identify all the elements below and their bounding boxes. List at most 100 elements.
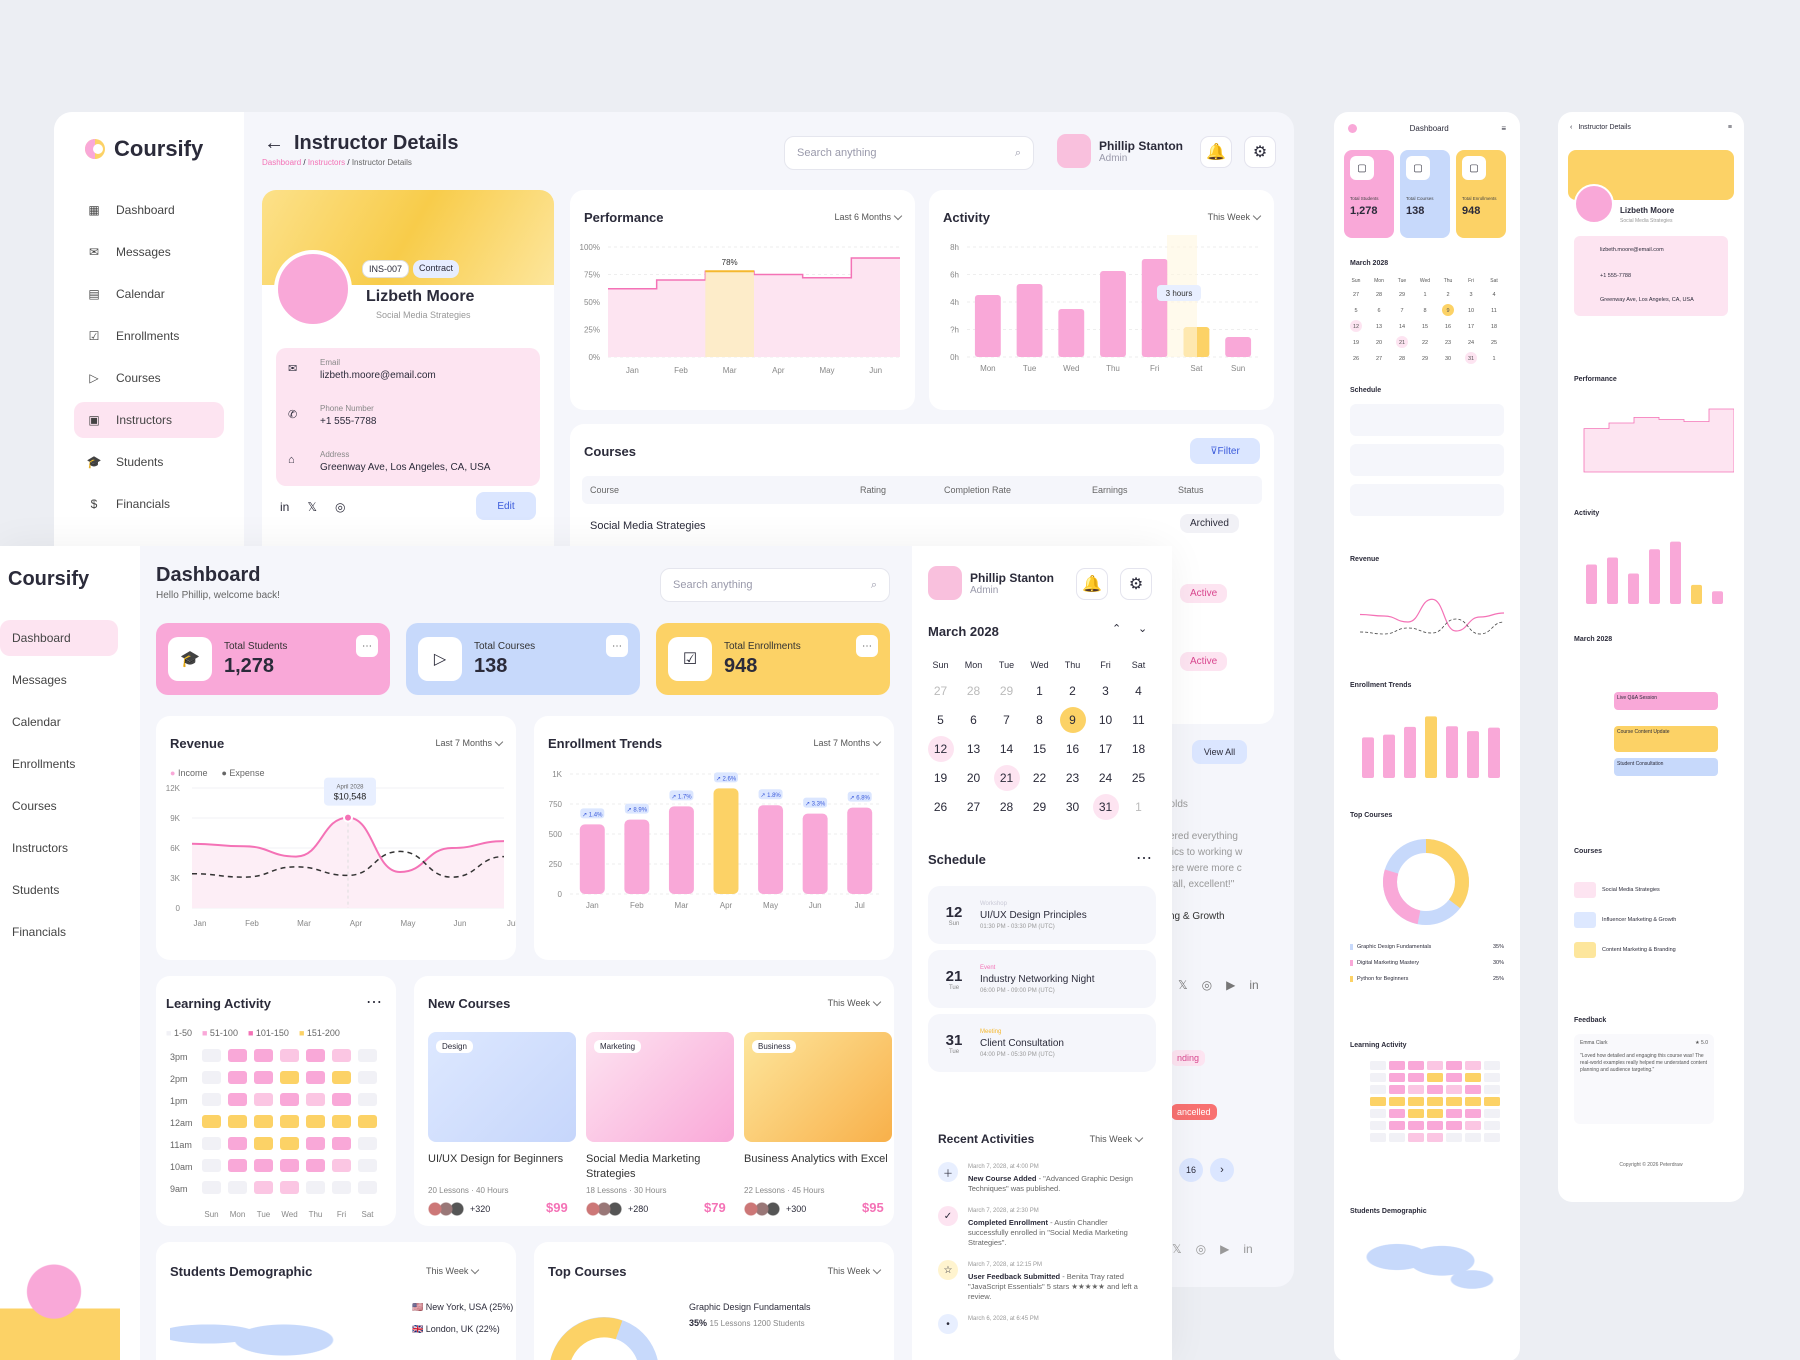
sidebar-item-messages[interactable]: ✉ Messages: [74, 234, 224, 270]
calendar-day[interactable]: 1: [1122, 792, 1155, 821]
calendar-day[interactable]: 29: [1023, 792, 1056, 821]
calendar-day[interactable]: 3: [1089, 676, 1122, 705]
calendar-day[interactable]: 23: [1056, 763, 1089, 792]
col-earnings[interactable]: Earnings: [1092, 485, 1128, 495]
sidebar-item-instructors[interactable]: ▣ Instructors: [74, 402, 224, 438]
calendar-day[interactable]: 30: [1056, 792, 1089, 821]
calendar-day[interactable]: 11: [1122, 705, 1155, 734]
sidebar-item-calendar[interactable]: Calendar: [0, 704, 118, 740]
calendar-day[interactable]: 13: [957, 734, 990, 763]
col-status[interactable]: Status: [1178, 485, 1204, 495]
more-icon[interactable]: ⋯: [606, 635, 628, 657]
more-icon[interactable]: ⋯: [856, 635, 878, 657]
calendar-day[interactable]: 16: [1056, 734, 1089, 763]
col-completion[interactable]: Completion Rate: [944, 485, 1011, 495]
sidebar-item-financials[interactable]: Financials: [0, 914, 118, 950]
course-item[interactable]: Influencer Marketing & Growth: [1574, 912, 1728, 928]
calendar-day[interactable]: 18: [1122, 734, 1155, 763]
calendar-day[interactable]: 2: [1056, 676, 1089, 705]
sidebar-item-instructors[interactable]: Instructors: [0, 830, 118, 866]
more-icon[interactable]: ⋯: [356, 635, 378, 657]
course-name[interactable]: Business Analytics with Excel: [744, 1152, 892, 1167]
user-profile[interactable]: Phillip Stanton Admin: [1057, 134, 1183, 168]
sidebar-item-calendar[interactable]: ▤ Calendar: [74, 276, 224, 312]
course-item[interactable]: Social Media Strategies: [1574, 882, 1728, 898]
calendar-day[interactable]: 27: [957, 792, 990, 821]
sidebar-item-students[interactable]: 🎓 Students: [74, 444, 224, 480]
calendar-day[interactable]: 12: [924, 734, 957, 763]
calendar-day[interactable]: 14: [990, 734, 1023, 763]
course-item[interactable]: Content Marketing & Branding: [1574, 942, 1728, 958]
youtube-icon[interactable]: ▶: [1226, 978, 1235, 992]
schedule-item[interactable]: 21 Tue Event Industry Networking Night 06:00…: [928, 950, 1156, 1008]
view-all-button[interactable]: View All: [1192, 740, 1247, 764]
chevron-up-icon[interactable]: ⌃: [1112, 622, 1121, 635]
breadcrumb-dashboard[interactable]: Dashboard: [262, 158, 301, 167]
sidebar-item-enrollments[interactable]: Enrollments: [0, 746, 118, 782]
instagram-icon[interactable]: ◎: [1196, 1242, 1206, 1256]
bell-icon[interactable]: 🔔: [1076, 568, 1108, 600]
youtube-icon[interactable]: ▶: [1220, 1242, 1229, 1256]
x-icon[interactable]: 𝕏: [1172, 1242, 1182, 1256]
search-input[interactable]: Search anything ⌕: [784, 136, 1034, 170]
schedule-item[interactable]: [1350, 484, 1504, 516]
calendar-day[interactable]: 9: [1056, 705, 1089, 734]
calendar-day[interactable]: 26: [924, 792, 957, 821]
sidebar-item-financials[interactable]: $ Financials: [74, 486, 224, 522]
calendar-day[interactable]: 10: [1089, 705, 1122, 734]
schedule-item[interactable]: 12 Sun Workshop UI/UX Design Principles 01:3…: [928, 886, 1156, 944]
sidebar-item-courses[interactable]: ▷ Courses: [74, 360, 224, 396]
filter-button[interactable]: ⊽ Filter: [1190, 438, 1260, 464]
back-arrow-icon[interactable]: ‹: [1570, 124, 1572, 131]
course-name[interactable]: Social Media Marketing Strategies: [586, 1152, 734, 1182]
calendar-day[interactable]: 28: [957, 676, 990, 705]
calendar-event[interactable]: Student Consultation: [1614, 758, 1718, 776]
col-course[interactable]: Course: [590, 485, 619, 495]
calendar-day[interactable]: 1: [1023, 676, 1056, 705]
x-icon[interactable]: 𝕏: [307, 500, 317, 514]
breadcrumb-instructors[interactable]: Instructors: [308, 158, 345, 167]
chevron-down-icon[interactable]: ⌄: [1138, 622, 1147, 635]
sidebar-item-courses[interactable]: Courses: [0, 788, 118, 824]
gear-icon[interactable]: ⚙: [1244, 136, 1276, 168]
enrollment-range-dropdown[interactable]: Last 7 Months: [813, 738, 880, 748]
sidebar-item-students[interactable]: Students: [0, 872, 118, 908]
course-thumbnail[interactable]: Design: [428, 1032, 576, 1142]
calendar-day[interactable]: 17: [1089, 734, 1122, 763]
demographic-range-dropdown[interactable]: This Week: [426, 1266, 478, 1276]
menu-icon[interactable]: ≡: [1728, 124, 1732, 131]
calendar-day[interactable]: 27: [924, 676, 957, 705]
performance-range-dropdown[interactable]: Last 6 Months: [834, 212, 901, 222]
calendar-day[interactable]: 22: [1023, 763, 1056, 792]
gear-icon[interactable]: ⚙: [1120, 568, 1152, 600]
search-input[interactable]: Search anything ⌕: [660, 568, 890, 602]
schedule-item[interactable]: [1350, 444, 1504, 476]
recent-range-dropdown[interactable]: This Week: [1090, 1134, 1142, 1144]
calendar-day[interactable]: 19: [924, 763, 957, 792]
sidebar-item-enrollments[interactable]: ☑ Enrollments: [74, 318, 224, 354]
sidebar-item-dashboard[interactable]: ▦ Dashboard: [74, 192, 224, 228]
edit-button[interactable]: Edit: [476, 492, 536, 520]
calendar-day[interactable]: 20: [957, 763, 990, 792]
top-courses-range-dropdown[interactable]: This Week: [828, 1266, 880, 1276]
calendar-day[interactable]: 15: [1023, 734, 1056, 763]
calendar-day[interactable]: 24: [1089, 763, 1122, 792]
calendar-day[interactable]: 31: [1089, 792, 1122, 821]
col-rating[interactable]: Rating: [860, 485, 886, 495]
more-icon[interactable]: ⋯: [1136, 848, 1152, 868]
table-row[interactable]: Social Media Strategies: [590, 520, 706, 532]
calendar-day[interactable]: 28: [990, 792, 1023, 821]
back-arrow-icon[interactable]: ←: [264, 132, 284, 155]
calendar-day[interactable]: 29: [990, 676, 1023, 705]
linkedin-icon[interactable]: in: [1249, 978, 1258, 992]
calendar-day[interactable]: 21: [990, 763, 1023, 792]
revenue-range-dropdown[interactable]: Last 7 Months: [435, 738, 502, 748]
course-thumbnail[interactable]: Business: [744, 1032, 892, 1142]
calendar-event[interactable]: Live Q&A Session: [1614, 692, 1718, 710]
calendar-day[interactable]: 25: [1122, 763, 1155, 792]
schedule-item[interactable]: 31 Tue Meeting Client Consultation 04:00 PM …: [928, 1014, 1156, 1072]
course-name[interactable]: UI/UX Design for Beginners: [428, 1152, 576, 1167]
user-profile[interactable]: Phillip Stanton Admin: [928, 566, 1054, 600]
schedule-item[interactable]: [1350, 404, 1504, 436]
new-courses-range-dropdown[interactable]: This Week: [828, 998, 880, 1008]
